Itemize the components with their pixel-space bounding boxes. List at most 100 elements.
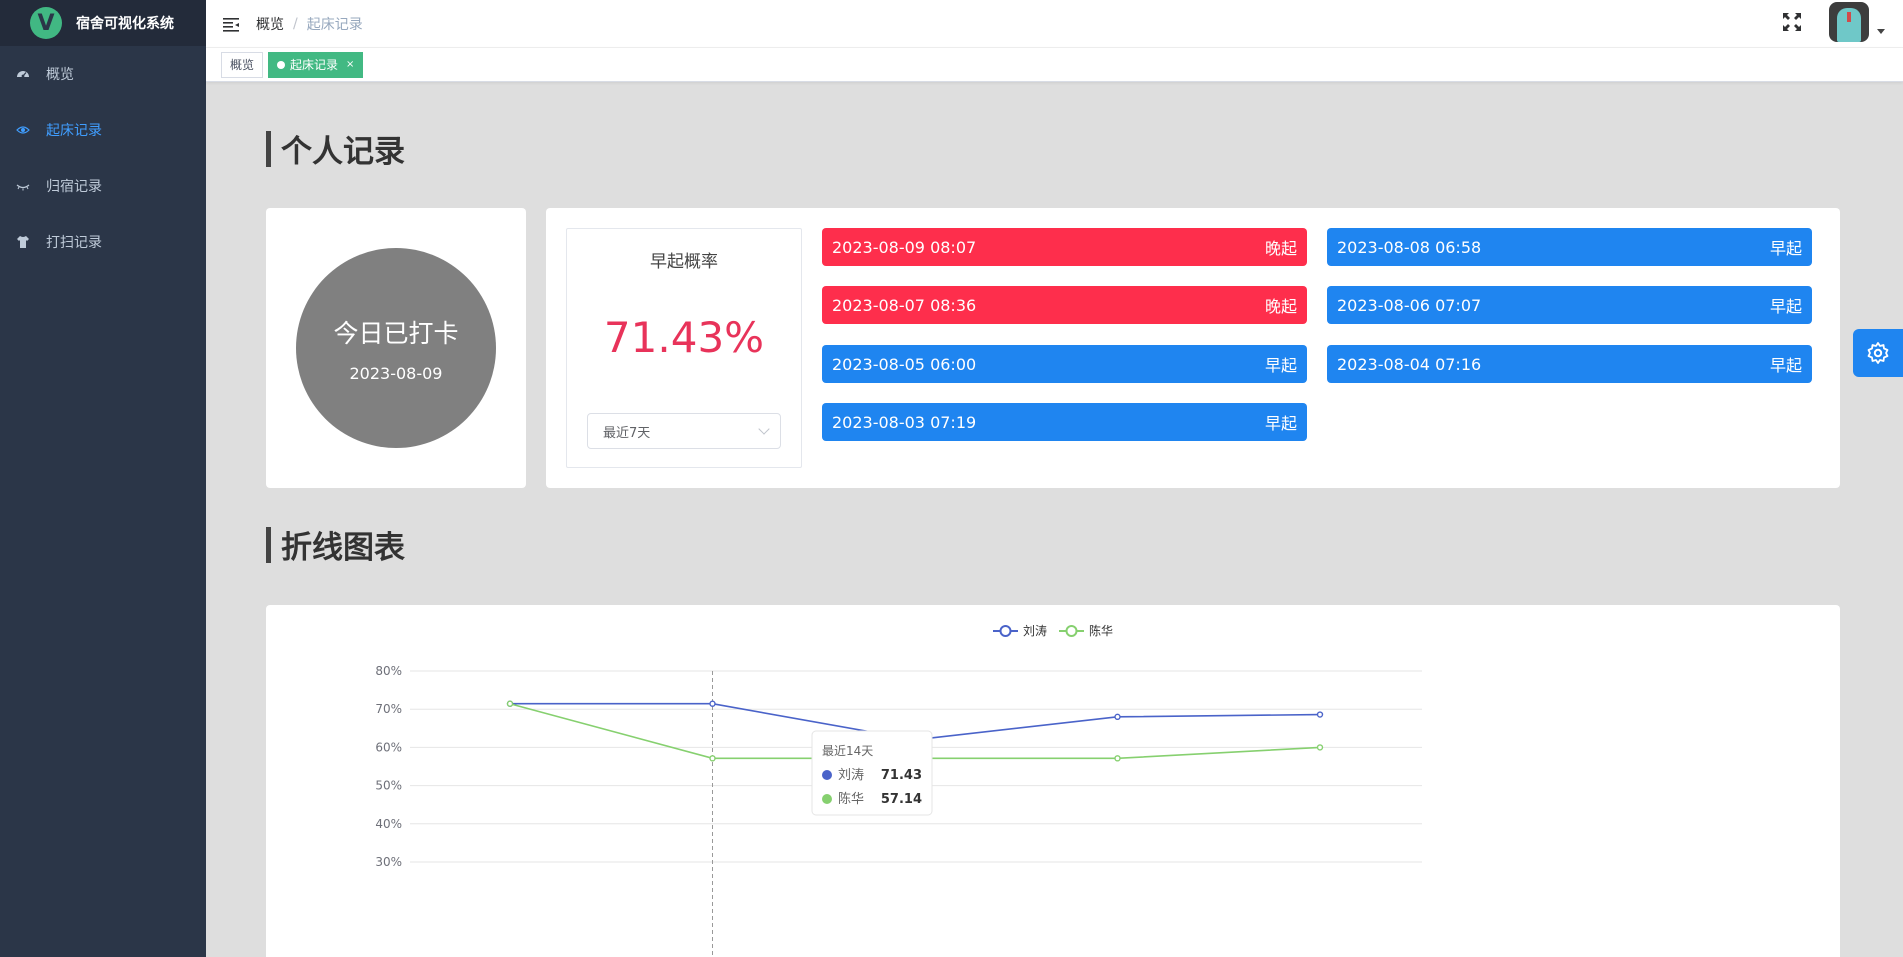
record-status: 早起 (1264, 414, 1297, 433)
record-status: 晚起 (1264, 239, 1297, 258)
breadcrumb-current: 起床记录 (306, 16, 363, 33)
logo-icon: V (30, 7, 62, 39)
avatar-detail (1847, 12, 1851, 22)
shirt-icon (16, 235, 30, 249)
range-select[interactable]: 最近7天 (587, 413, 781, 449)
main-content: 个人记录 今日已打卡 2023-08-09 早起概率 71.43% 最近7天 2… (206, 82, 1903, 957)
legend-marker (999, 625, 1012, 637)
data-point (1316, 744, 1324, 751)
caret-down-icon[interactable] (1877, 28, 1885, 34)
record-time: 2023-08-03 07:19 (832, 412, 977, 432)
tooltip-marker (822, 770, 832, 780)
title-bar (266, 526, 271, 563)
record-item: 2023-08-08 06:58 早起 (1327, 228, 1812, 266)
avatar[interactable] (1829, 2, 1869, 42)
section-title-chart: 折线图表 (266, 522, 405, 567)
sidebar-item-label: 概览 (46, 67, 74, 83)
y-tick-label: 30% (375, 855, 402, 869)
data-point (506, 700, 514, 707)
sidebar-item-cleaning[interactable]: 打扫记录 (0, 214, 206, 270)
legend-label: 刘涛 (1023, 623, 1047, 638)
tag-label: 概览 (230, 57, 255, 72)
navbar: 概览 / 起床记录 (206, 0, 1903, 48)
record-status: 早起 (1769, 356, 1802, 375)
record-item: 2023-08-09 08:07 晚起 (822, 228, 1307, 266)
app-title: 宿舍可视化系统 (76, 16, 174, 32)
chart-card: 80% 70% 60% 50% 40% 30% 刘涛 陈华 最近14天 刘涛 71.43 陈华 57… (266, 605, 1840, 957)
sidebar-item-wakeup[interactable]: 起床记录 (0, 102, 206, 158)
record-item: 2023-08-03 07:19 早起 (822, 403, 1307, 441)
y-tick-label: 70% (375, 702, 402, 716)
checkin-card: 今日已打卡 2023-08-09 (266, 208, 526, 488)
record-time: 2023-08-05 06:00 (832, 354, 977, 374)
breadcrumb: 概览 / 起床记录 (256, 14, 363, 34)
tag-overview[interactable]: 概览 (221, 51, 264, 78)
tag-label: 起床记录 (290, 57, 339, 72)
tag-wakeup[interactable]: 起床记录 × (268, 51, 364, 78)
record-time: 2023-08-07 08:36 (832, 295, 977, 315)
title-bar (266, 130, 271, 167)
record-status: 早起 (1769, 239, 1802, 258)
record-item: 2023-08-04 07:16 早起 (1327, 345, 1812, 383)
sidebar-item-label: 起床记录 (46, 123, 102, 139)
close-icon[interactable]: × (346, 53, 354, 77)
checkin-date: 2023-08-09 (349, 363, 443, 383)
section-title-text: 折线图表 (281, 530, 405, 566)
gear-icon (1867, 342, 1889, 364)
record-time: 2023-08-06 07:07 (1337, 295, 1482, 315)
record-item: 2023-08-07 08:36 晚起 (822, 286, 1307, 324)
tag-active-dot (277, 60, 286, 69)
data-point (1316, 711, 1324, 718)
eye-icon (16, 123, 30, 137)
checkin-circle[interactable]: 今日已打卡 2023-08-09 (296, 248, 496, 448)
rate-value: 71.43% (603, 313, 765, 362)
eye-closed-icon (16, 179, 30, 193)
sidebar: V 宿舍可视化系统 概览 起床记录 归宿记录 打扫记录 (0, 0, 206, 957)
tags-view: 概览 起床记录 × (206, 48, 1903, 82)
tooltip-title: 最近14天 (822, 744, 873, 758)
y-tick-label: 50% (375, 779, 402, 793)
chevron-down-icon (758, 423, 770, 435)
record-time: 2023-08-08 06:58 (1337, 237, 1482, 257)
data-point (1114, 755, 1121, 762)
record-time: 2023-08-04 07:16 (1337, 354, 1482, 374)
checkin-title: 今日已打卡 (333, 318, 459, 348)
line-chart[interactable]: 80%70%60%50%40%30% 刘涛 陈华 最近14天刘涛 71.43陈华 57… (266, 605, 1840, 957)
data-point (709, 755, 716, 762)
y-tick-label: 60% (375, 740, 402, 754)
tooltip-series-name: 陈华 (838, 791, 864, 807)
legend-label: 陈华 (1089, 623, 1113, 638)
dashboard-icon (16, 67, 30, 81)
section-title-personal: 个人记录 (266, 126, 405, 171)
record-status: 早起 (1769, 297, 1802, 316)
record-time: 2023-08-09 08:07 (832, 237, 977, 257)
tooltip-value: 71.43 (881, 768, 922, 783)
record-status: 晚起 (1264, 297, 1297, 316)
rate-box: 早起概率 71.43% 最近7天 (566, 228, 802, 468)
data-point (1114, 713, 1121, 721)
record-item: 2023-08-06 07:07 早起 (1327, 286, 1812, 324)
data-point (709, 700, 716, 707)
hamburger-icon[interactable] (222, 15, 240, 33)
tooltip-series-name: 刘涛 (838, 767, 864, 783)
record-status: 早起 (1264, 356, 1297, 375)
rate-label: 早起概率 (650, 252, 718, 272)
sidebar-item-label: 归宿记录 (46, 179, 102, 195)
record-item: 2023-08-05 06:00 早起 (822, 345, 1307, 383)
sidebar-item-label: 打扫记录 (46, 235, 102, 251)
y-tick-label: 40% (375, 817, 402, 831)
fullscreen-icon[interactable] (1781, 11, 1803, 33)
y-tick-label: 80% (375, 664, 402, 678)
tooltip-value: 57.14 (881, 792, 922, 807)
legend-marker (1065, 625, 1078, 637)
section-title-text: 个人记录 (281, 134, 405, 170)
tooltip-marker (822, 794, 832, 804)
sidebar-item-return[interactable]: 归宿记录 (0, 158, 206, 214)
breadcrumb-separator: / (293, 15, 298, 32)
sidebar-menu: 概览 起床记录 归宿记录 打扫记录 (0, 46, 206, 270)
sidebar-item-overview[interactable]: 概览 (0, 46, 206, 102)
records-card: 早起概率 71.43% 最近7天 2023-08-09 08:07 晚起 202… (546, 208, 1840, 488)
settings-button[interactable] (1853, 329, 1903, 377)
logo-bar[interactable]: V 宿舍可视化系统 (0, 0, 206, 46)
breadcrumb-root[interactable]: 概览 (256, 14, 284, 34)
